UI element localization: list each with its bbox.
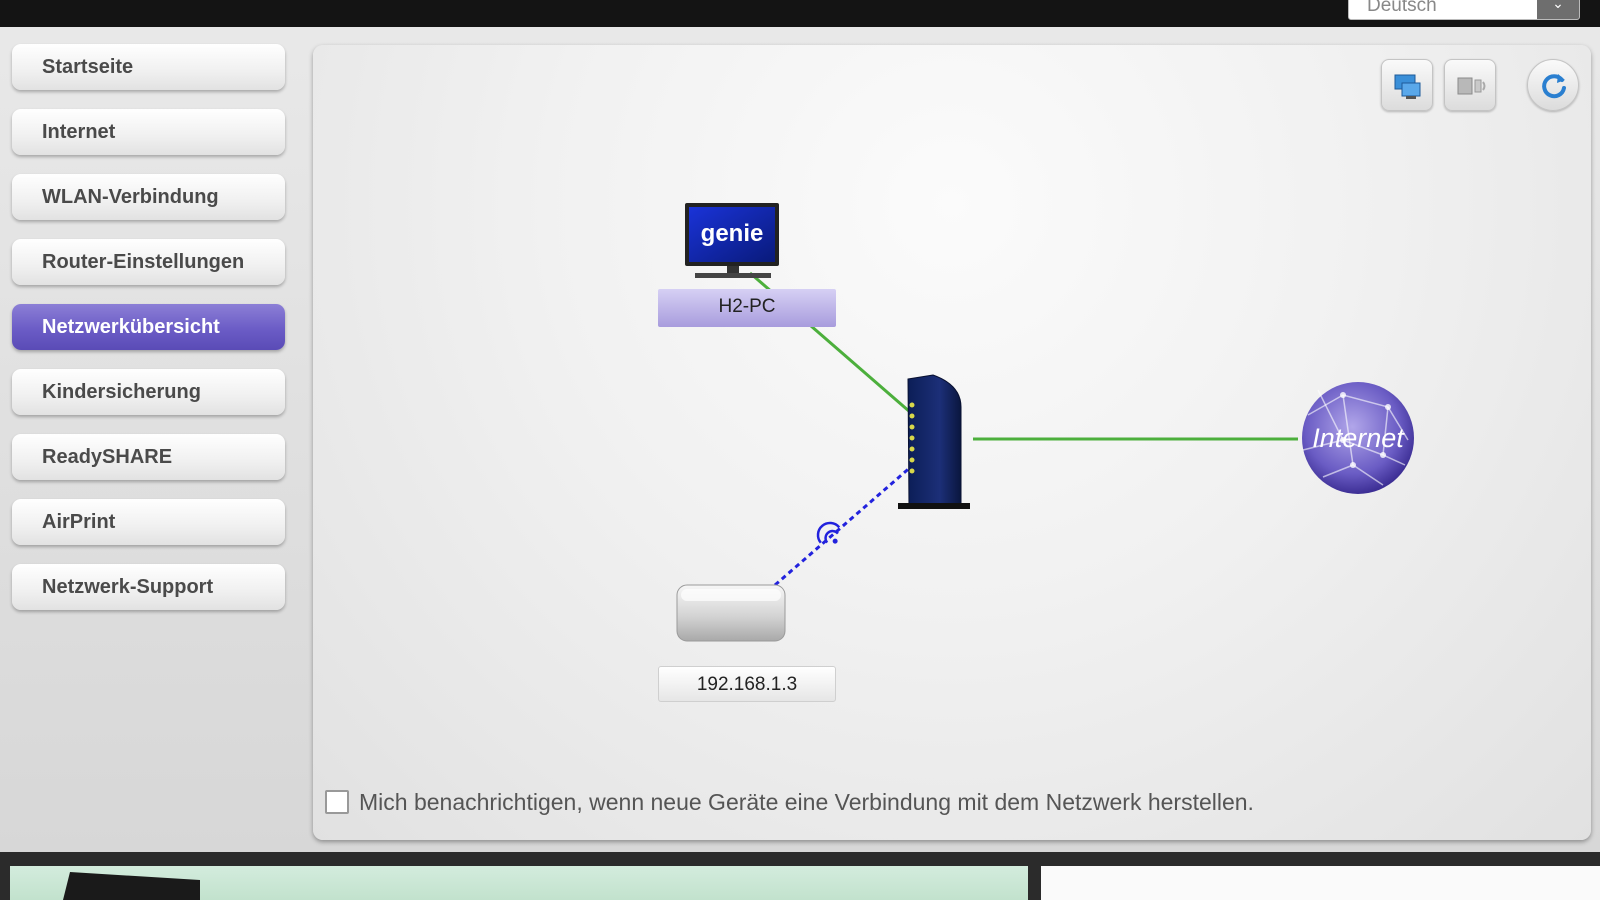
sidebar-item-parental-control[interactable]: Kindersicherung	[12, 369, 285, 415]
network-diagram: genie Internet	[676, 203, 1414, 642]
language-selected-value: Deutsch	[1367, 0, 1437, 16]
pc-screen-text: genie	[701, 220, 764, 247]
sidebar-item-airprint[interactable]: AirPrint	[12, 499, 285, 545]
notification-row: Mich benachrichtigen, wenn neue Geräte e…	[325, 787, 1254, 817]
netgear-genie-page: Deutsch ⌄ Startseite Internet WLAN-Verbi…	[0, 0, 1600, 900]
right-panel	[1041, 866, 1600, 900]
language-select[interactable]: Deutsch ⌄	[1348, 0, 1580, 20]
top-bar: Deutsch ⌄	[0, 0, 1600, 27]
device-label-h2-pc[interactable]: H2-PC	[658, 289, 836, 327]
tablet-icon	[63, 872, 200, 900]
sidebar-item-wlan[interactable]: WLAN-Verbindung	[12, 174, 285, 220]
sidebar-item-network-support[interactable]: Netzwerk-Support	[12, 564, 285, 610]
sidebar-item-internet[interactable]: Internet	[12, 109, 285, 155]
network-map-panel: genie Internet H2-PC 192.168.1.3 Mich be…	[313, 45, 1591, 840]
sidebar-item-readyshare[interactable]: ReadySHARE	[12, 434, 285, 480]
notify-checkbox[interactable]	[325, 790, 349, 814]
internet-label: Internet	[1312, 423, 1405, 453]
sidebar-item-network-map[interactable]: Netzwerkübersicht	[12, 304, 285, 350]
notify-label: Mich benachrichtigen, wenn neue Geräte e…	[359, 788, 1254, 815]
mac-mini-icon[interactable]	[676, 584, 786, 642]
sidebar-item-startseite[interactable]: Startseite	[12, 44, 285, 90]
download-banner[interactable]	[10, 866, 1028, 900]
wireless-connection-mac	[774, 463, 914, 587]
router-icon[interactable]	[898, 374, 970, 509]
computer-icon: genie	[685, 203, 779, 278]
device-label-ip[interactable]: 192.168.1.3	[658, 666, 836, 702]
sidebar-nav: Startseite Internet WLAN-Verbindung Rout…	[12, 44, 287, 629]
sidebar-item-router-settings[interactable]: Router-Einstellungen	[12, 239, 285, 285]
internet-globe-icon[interactable]: Internet	[1302, 382, 1414, 494]
chevron-down-icon[interactable]: ⌄	[1537, 0, 1579, 19]
